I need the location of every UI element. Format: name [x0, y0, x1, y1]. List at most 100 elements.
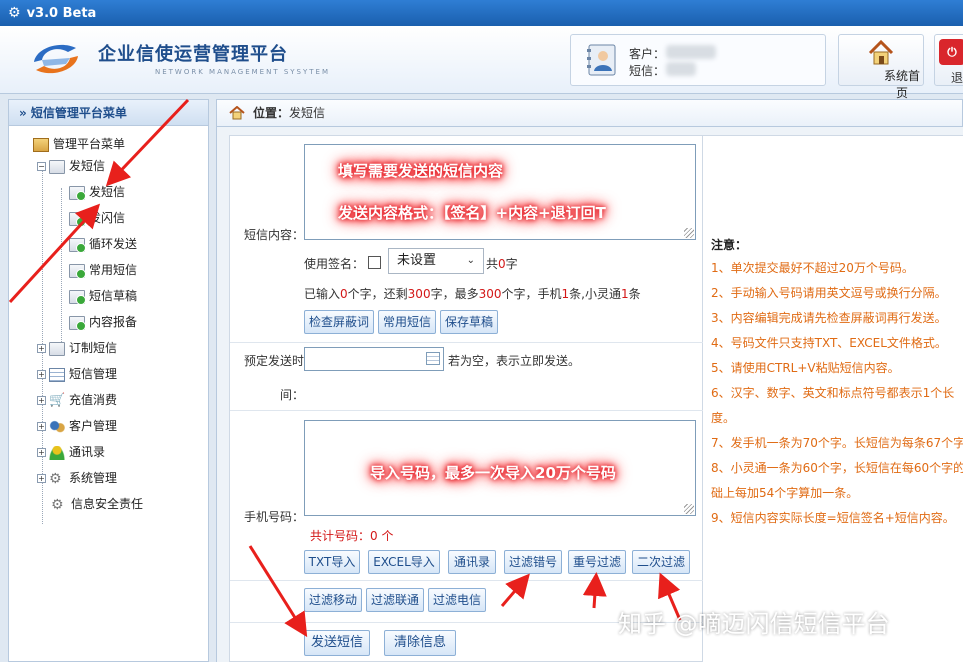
signature-checkbox[interactable]: [368, 256, 381, 269]
note-item: 4、号码文件只支持TXT、EXCEL文件格式。: [711, 336, 947, 350]
filter-telecom-button[interactable]: 过滤电信: [428, 588, 486, 612]
sidebar-item-content-report[interactable]: 内容报备: [69, 312, 137, 332]
house-icon: [33, 137, 49, 152]
note-item: 8、小灵通一条为60个字，长短信在每60个字的基: [711, 461, 963, 475]
user-card-icon: [587, 44, 616, 76]
envelope-icon: [49, 341, 65, 356]
annotation-format: 发送内容格式：【签名】+内容+退订回T: [338, 204, 606, 222]
sidebar-item-customer[interactable]: + 客户管理: [37, 416, 117, 436]
char-count-text: 已输入0个字，还剩300字，最多300个字，手机1条,小灵通1条: [304, 287, 641, 301]
exit-button-label: 退: [951, 71, 963, 85]
title-bar: ⚙ v3.0 Beta: [0, 0, 963, 26]
txt-import-button[interactable]: TXT导入: [304, 550, 360, 574]
home-button[interactable]: 系统首页: [838, 34, 924, 100]
sidebar: » 短信管理平台菜单 管理平台菜单 − 发短信 发短信 发闪信 循环发送 常用短信…: [8, 99, 209, 662]
note-item: 5、请使用CTRL+V粘贴短信内容。: [711, 361, 900, 375]
sidebar-item-security[interactable]: ⚙ 信息安全责任: [51, 494, 143, 514]
contacts-button[interactable]: 通讯录: [448, 550, 496, 574]
phone-label: 手机号码：: [244, 510, 305, 524]
gear-icon: ⚙: [51, 496, 64, 513]
filter-duplicate-button[interactable]: 重号过滤: [568, 550, 626, 574]
sms-content-label: 短信内容：: [244, 228, 305, 242]
brand-title: 企业信使运营管理平台: [98, 44, 288, 65]
send-sms-button[interactable]: 发送短信: [304, 630, 370, 656]
expand-icon[interactable]: +: [37, 344, 46, 353]
gear-icon: ⚙: [8, 5, 21, 21]
filter-error-button[interactable]: 过滤错号: [504, 550, 562, 574]
save-draft-button[interactable]: 保存草稿: [440, 310, 498, 334]
envelope-icon: [49, 159, 65, 174]
expand-icon[interactable]: +: [37, 396, 46, 405]
sidebar-item-drafts[interactable]: 短信草稿: [69, 286, 137, 306]
resize-grip-icon[interactable]: [684, 504, 694, 514]
sms-content-textarea[interactable]: [304, 144, 696, 240]
clear-info-button[interactable]: 清除信息: [384, 630, 456, 656]
sidebar-item-system[interactable]: + ⚙ 系统管理: [37, 468, 117, 488]
divider: [230, 410, 704, 411]
sidebar-item-contacts[interactable]: + 通讯录: [37, 442, 105, 462]
signature-select[interactable]: 未设置 ⌄: [388, 248, 484, 274]
envelope-check-icon: [69, 185, 86, 201]
sidebar-item-send-flash[interactable]: 发闪信: [69, 208, 125, 228]
divider: [230, 342, 704, 343]
user-info-box: 客户： 短信：: [570, 34, 826, 86]
sms-balance-redacted: [666, 62, 696, 76]
expand-icon[interactable]: +: [37, 422, 46, 431]
resize-grip-icon[interactable]: [684, 228, 694, 238]
expand-icon[interactable]: +: [37, 448, 46, 457]
home-button-label: 系统首页: [883, 69, 920, 100]
note-item: 2、手动输入号码请用英文逗号或换行分隔。: [711, 286, 947, 300]
signature-label: 使用签名：: [304, 257, 365, 271]
chevron-down-icon: ⌄: [466, 255, 475, 266]
breadcrumb: 位置：发短信: [216, 99, 963, 127]
sidebar-item-loop-send[interactable]: 循环发送: [69, 234, 137, 254]
sidebar-item-send-sms[interactable]: 发短信: [69, 182, 125, 202]
breadcrumb-current: 发短信: [289, 106, 326, 120]
expand-icon[interactable]: +: [37, 370, 46, 379]
check-blocked-words-button[interactable]: 检查屏蔽词: [304, 310, 374, 334]
watermark: 知乎 @嘀迈闪信短信平台: [618, 610, 890, 638]
envelope-icon: [69, 315, 86, 331]
send-sms-form: 短信内容： 填写需要发送的短信内容 发送内容格式：【签名】+内容+退订回T 使用…: [229, 135, 704, 662]
sidebar-root[interactable]: 管理平台菜单: [33, 134, 125, 154]
notes-title: 注意：: [711, 238, 748, 252]
calendar-icon[interactable]: [426, 352, 440, 365]
filter-mobile-button[interactable]: 过滤移动: [304, 588, 362, 612]
sidebar-item-send-sms-group[interactable]: − 发短信: [37, 156, 105, 176]
exit-button[interactable]: ⏻ 退: [934, 34, 963, 86]
annotation-import: 导入号码，最多一次导入20万个号码: [370, 464, 616, 482]
sidebar-item-recharge[interactable]: + 🛒 充值消费: [37, 390, 117, 410]
schedule-label-cont: 间：: [280, 388, 305, 402]
brand-subtitle: NETWORK MANAGEMENT SYSYTEM: [155, 68, 330, 76]
sms-balance-label: 短信：: [629, 64, 666, 78]
expand-icon[interactable]: +: [37, 474, 46, 483]
users-icon: [49, 419, 65, 434]
sidebar-item-sms-manage[interactable]: + 短信管理: [37, 364, 117, 384]
collapse-icon[interactable]: −: [37, 162, 46, 171]
common-sms-button[interactable]: 常用短信: [378, 310, 436, 334]
filter-second-button[interactable]: 二次过滤: [632, 550, 690, 574]
sidebar-item-custom-sms[interactable]: + 订制短信: [37, 338, 117, 358]
note-item: 础上每加54个字算加一条。: [711, 486, 859, 500]
filter-unicom-button[interactable]: 过滤联通: [366, 588, 424, 612]
breadcrumb-prefix: 位置：: [253, 106, 290, 120]
note-item: 1、单次提交最好不超过20万个号码。: [711, 261, 914, 275]
schedule-time-input[interactable]: [304, 347, 444, 371]
power-icon: ⏻: [939, 39, 963, 65]
note-item: 9、短信内容实际长度=短信签名+短信内容。: [711, 511, 955, 525]
schedule-hint: 若为空，表示立即发送。: [448, 354, 581, 368]
person-icon: [49, 445, 65, 460]
divider: [230, 580, 704, 581]
total-numbers: 共计号码：0 个: [310, 529, 394, 543]
schedule-label: 预定发送时: [244, 354, 305, 368]
envelope-loop-icon: [69, 237, 86, 253]
note-item: 7、发手机一条为70个字。长短信为每条67个字。: [711, 436, 963, 450]
notes-panel: 注意： 1、单次提交最好不超过20万个号码。 2、手动输入号码请用英文逗号或换行…: [703, 135, 963, 662]
sidebar-item-common-sms[interactable]: 常用短信: [69, 260, 137, 280]
app-header: 企业信使运营管理平台 NETWORK MANAGEMENT SYSYTEM 客户…: [0, 26, 963, 100]
signature-count: 共0字: [486, 257, 518, 271]
customer-value-redacted: [666, 45, 716, 59]
note-item: 度。: [711, 411, 736, 425]
table-icon: [49, 367, 65, 382]
excel-import-button[interactable]: EXCEL导入: [368, 550, 440, 574]
